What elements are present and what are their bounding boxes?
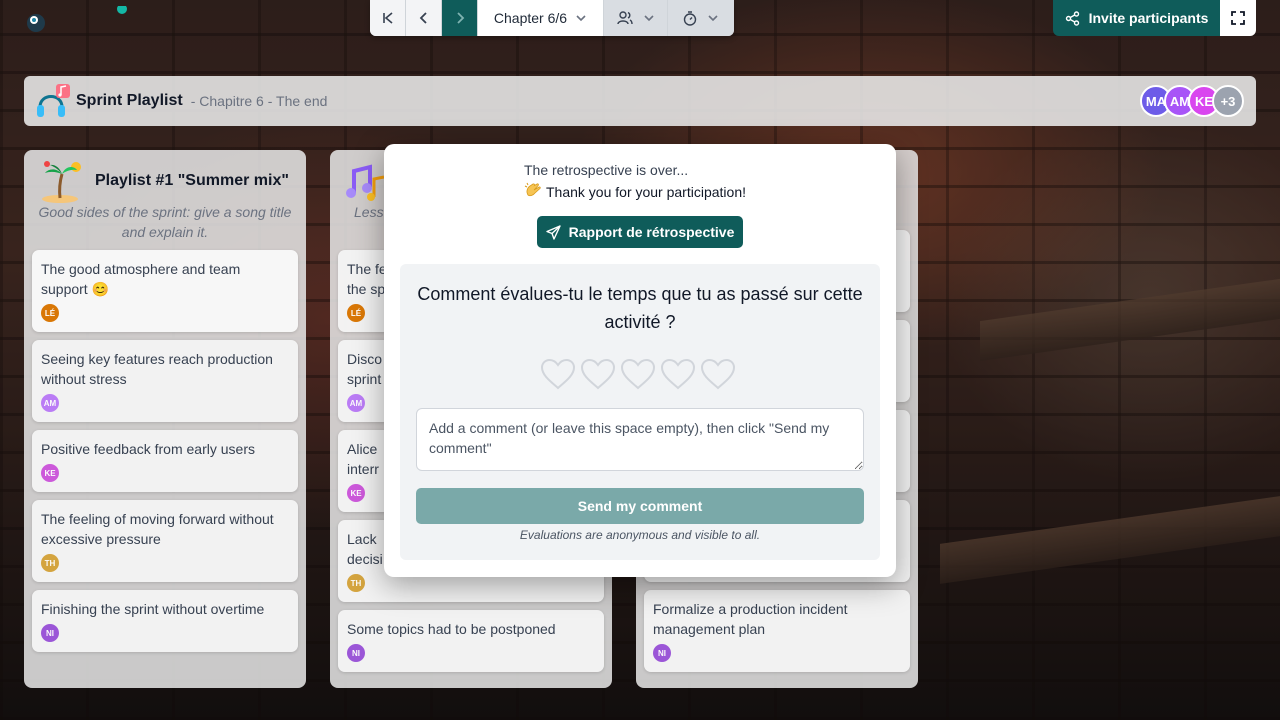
retro-card[interactable]: The good atmosphere and team support 😊 L… bbox=[32, 250, 298, 332]
card-text: The feeling of moving forward without ex… bbox=[41, 511, 274, 547]
card-text: Some topics had to be postponed bbox=[347, 621, 556, 637]
author-avatar: AM bbox=[347, 394, 365, 412]
retrospective-end-modal: The retrospective is over... Thank you f… bbox=[384, 144, 896, 577]
timer-icon bbox=[683, 10, 697, 26]
heart-icon bbox=[700, 358, 736, 390]
retro-over-text: The retrospective is over... bbox=[524, 162, 689, 178]
page-title: Sprint Playlist bbox=[76, 92, 183, 109]
chevron-left-icon bbox=[419, 12, 427, 24]
author-avatar: NI bbox=[653, 644, 671, 662]
author-avatar: KE bbox=[41, 464, 59, 482]
author-avatar: NI bbox=[41, 624, 59, 642]
more-participants-badge[interactable]: +3 bbox=[1212, 85, 1244, 117]
fullscreen-button[interactable] bbox=[1220, 0, 1256, 36]
chevron-right-icon bbox=[456, 12, 464, 24]
thank-you-text: Thank you for your participation! bbox=[546, 183, 746, 200]
timer-dropdown[interactable] bbox=[668, 0, 734, 36]
heart-icon bbox=[580, 358, 616, 390]
evaluation-panel: Comment évalues-tu le temps que tu as pa… bbox=[400, 264, 880, 560]
card-text: The fe the sp bbox=[347, 261, 387, 297]
headphones-icon bbox=[34, 81, 74, 121]
author-avatar: TH bbox=[41, 554, 59, 572]
invite-label: Invite participants bbox=[1088, 10, 1209, 26]
author-avatar: KE bbox=[347, 484, 365, 502]
send-icon bbox=[545, 224, 561, 240]
heart-icon bbox=[660, 358, 696, 390]
retro-card[interactable]: Positive feedback from early users KE bbox=[32, 430, 298, 492]
anonymity-note: Evaluations are anonymous and visible to… bbox=[519, 528, 761, 542]
author-avatar: AM bbox=[41, 394, 59, 412]
activity-header: Sprint Playlist - Chapitre 6 - The end M… bbox=[24, 76, 1256, 126]
retro-card[interactable]: The feeling of moving forward without ex… bbox=[32, 500, 298, 582]
report-label: Rapport de rétrospective bbox=[568, 224, 735, 240]
author-avatar: LÉ bbox=[347, 304, 365, 322]
chevron-down-icon bbox=[643, 15, 654, 22]
comment-textarea[interactable] bbox=[416, 408, 864, 471]
heart-icon bbox=[540, 358, 576, 390]
participants-dropdown[interactable] bbox=[604, 0, 668, 36]
author-avatar: NI bbox=[347, 644, 365, 662]
chapter-label: Chapter 6/6 bbox=[493, 10, 568, 26]
chapter-selector[interactable]: Chapter 6/6 bbox=[478, 0, 604, 36]
card-text: Disco sprint bbox=[347, 351, 383, 387]
card-text: Alice interr bbox=[347, 441, 379, 477]
rating-heart-3[interactable] bbox=[620, 356, 656, 392]
card-text: Seeing key features reach production wit… bbox=[41, 351, 273, 387]
chevron-down-icon bbox=[576, 15, 586, 22]
previous-chapter-button[interactable] bbox=[406, 0, 442, 36]
users-icon bbox=[616, 11, 633, 25]
card-text: Positive feedback from early users bbox=[41, 441, 255, 457]
fullscreen-icon bbox=[1231, 11, 1245, 25]
card-text: Finishing the sprint without overtime bbox=[41, 601, 265, 617]
author-avatar: LÉ bbox=[41, 304, 59, 322]
column-title: Playlist #1 "Summer mix" bbox=[95, 172, 289, 189]
heart-rating[interactable] bbox=[540, 356, 736, 392]
chapter-toolbar: Chapter 6/6 bbox=[370, 0, 734, 36]
heart-icon bbox=[620, 358, 656, 390]
author-avatar: TH bbox=[347, 574, 365, 592]
card-text: Formalize a production incident manageme… bbox=[653, 601, 848, 637]
card-text: The good atmosphere and team support 😊 bbox=[41, 261, 241, 297]
share-icon bbox=[1065, 10, 1079, 26]
first-chapter-button[interactable] bbox=[370, 0, 406, 36]
app-logo-icon[interactable] bbox=[26, 4, 136, 45]
clapping-hands-icon bbox=[524, 181, 542, 202]
skip-start-icon bbox=[382, 12, 393, 24]
column-description: Good sides of the sprint: give a song ti… bbox=[38, 204, 292, 240]
send-comment-button[interactable]: Send my comment bbox=[416, 488, 864, 524]
participant-avatars[interactable]: MA AM KE +3 bbox=[1140, 85, 1244, 117]
next-chapter-button[interactable] bbox=[442, 0, 478, 36]
rating-heart-1[interactable] bbox=[540, 356, 576, 392]
retro-card[interactable]: Seeing key features reach production wit… bbox=[32, 340, 298, 422]
page-subtitle: - Chapitre 6 - The end bbox=[190, 93, 328, 109]
retro-card[interactable]: Formalize a production incident manageme… bbox=[644, 590, 910, 672]
invite-participants-button[interactable]: Invite participants bbox=[1053, 0, 1220, 36]
column-playlist-1: Playlist #1 "Summer mix" Good sides of t… bbox=[24, 150, 306, 688]
retro-card[interactable]: Some topics had to be postponed NI bbox=[338, 610, 604, 672]
card-text: Lack decisi bbox=[347, 531, 383, 567]
chevron-down-icon bbox=[708, 15, 718, 22]
rating-heart-5[interactable] bbox=[700, 356, 736, 392]
rating-heart-4[interactable] bbox=[660, 356, 696, 392]
retrospective-report-button[interactable]: Rapport de rétrospective bbox=[537, 216, 743, 248]
retro-card[interactable]: Finishing the sprint without overtime NI bbox=[32, 590, 298, 652]
rating-heart-2[interactable] bbox=[580, 356, 616, 392]
evaluation-question: Comment évalues-tu le temps que tu as pa… bbox=[417, 284, 863, 332]
palm-island-icon bbox=[38, 159, 86, 203]
